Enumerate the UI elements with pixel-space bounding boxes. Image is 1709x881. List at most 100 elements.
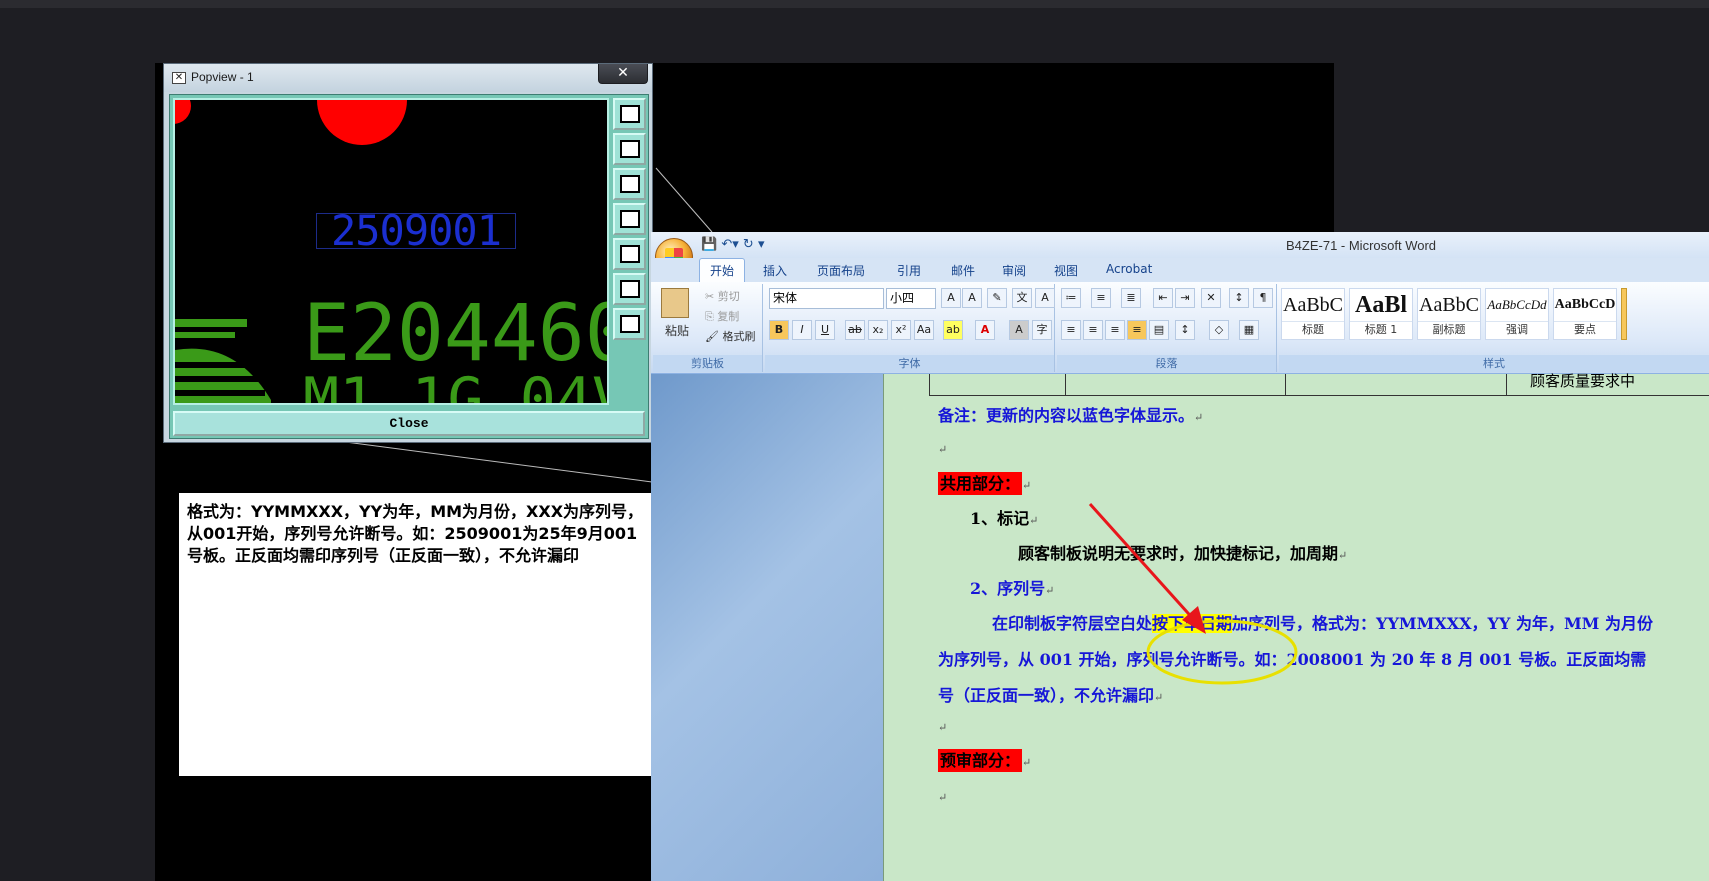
numbering-icon[interactable]: ≡ xyxy=(1091,288,1111,308)
grow-font-icon[interactable]: A xyxy=(941,288,961,308)
distribute-icon[interactable]: ▤ xyxy=(1149,320,1169,340)
underline-icon[interactable]: U xyxy=(815,320,835,340)
sort-icon[interactable]: ↕ xyxy=(1229,288,1249,308)
clipboard-group: 粘贴 ✂ 剪切 ⎘ 复制 🖌 格式刷 剪贴板 xyxy=(653,284,763,372)
justify-icon[interactable]: ≡ xyxy=(1127,320,1147,340)
popview-title: Popview - 1 xyxy=(191,70,254,84)
item1-heading: 1、标记 xyxy=(970,509,1030,528)
word-titlebar[interactable]: 💾 ↶▾ ↻ ▾ B4ZE-71 - Microsoft Word xyxy=(651,232,1709,258)
style-strong-label: 要点 xyxy=(1554,321,1616,338)
pan-up-button[interactable] xyxy=(613,133,646,165)
style-title[interactable]: AaBbC 标题 xyxy=(1281,288,1345,340)
style-subtitle[interactable]: AaBbC 副标题 xyxy=(1417,288,1481,340)
popview-canvas[interactable]: 2509001 E204460 M1.1G.04V xyxy=(173,98,609,405)
silkscreen-bar-1 xyxy=(175,319,247,327)
tab-acrobat[interactable]: Acrobat xyxy=(1106,262,1152,276)
enclose-char-icon[interactable]: 字 xyxy=(1032,320,1052,340)
chinese-layout-icon[interactable]: ✕ xyxy=(1201,288,1221,308)
pan-right-button[interactable] xyxy=(613,238,646,270)
style-subtitle-preview: AaBbC xyxy=(1419,294,1479,316)
style-heading1-preview: AaBl xyxy=(1354,292,1407,318)
char-border-icon[interactable]: A xyxy=(1035,288,1055,308)
popview-close-icon[interactable]: ✕ xyxy=(598,64,648,84)
undo-icon[interactable]: ↶▾ xyxy=(721,237,738,252)
serial-para-line3-text: 号（正反面一致），不允许漏印 xyxy=(938,686,1155,705)
style-title-preview: AaBbC xyxy=(1283,294,1343,316)
tab-references[interactable]: 引用 xyxy=(897,262,921,279)
font-name-select[interactable]: 宋体 xyxy=(769,288,884,309)
phonetic-icon[interactable]: 文 xyxy=(1012,288,1032,308)
tab-mailings[interactable]: 邮件 xyxy=(951,262,975,279)
format-painter-label: 格式刷 xyxy=(722,330,756,343)
serial-para-line1: 在印制板字符层空白处按下单日期加序列号，格式为：YYMMXXX，YY 为年，MM… xyxy=(992,610,1653,634)
borders-icon[interactable]: ▦ xyxy=(1239,320,1259,340)
multilevel-list-icon[interactable]: ≣ xyxy=(1121,288,1141,308)
arrow-left-icon xyxy=(619,210,640,228)
bold-icon[interactable]: B xyxy=(769,320,789,340)
superscript-icon[interactable]: x² xyxy=(891,320,911,340)
char-shading-icon[interactable]: A xyxy=(1009,320,1029,340)
decrease-indent-icon[interactable]: ⇤ xyxy=(1153,288,1173,308)
align-center-icon[interactable]: ≡ xyxy=(1083,320,1103,340)
zoom-in-button[interactable] xyxy=(613,273,646,305)
change-case-icon[interactable]: Aa xyxy=(914,320,934,340)
format-painter-button[interactable]: 🖌 格式刷 xyxy=(705,328,755,344)
para-mark: ↵ xyxy=(1022,756,1032,769)
line-spacing-icon[interactable]: ↕ xyxy=(1175,320,1195,340)
paragraph-group-label: 段落 xyxy=(1057,355,1276,372)
paste-button[interactable]: 粘贴 xyxy=(665,322,689,339)
popview-titlebar[interactable]: ✕ Popview - 1 ✕ xyxy=(164,64,652,92)
serial-para-line2: 为序列号，从 001 开始，序列号允许断号。如：2008001 为 20 年 8… xyxy=(938,650,1647,669)
zoom-window-button[interactable] xyxy=(613,98,646,130)
quick-access-toolbar: 💾 ↶▾ ↻ ▾ xyxy=(701,237,764,252)
paste-icon[interactable] xyxy=(661,288,689,318)
qat-customize-icon[interactable]: ▾ xyxy=(758,237,765,252)
clipboard-group-label: 剪贴板 xyxy=(653,355,762,372)
show-marks-icon[interactable]: ¶ xyxy=(1253,288,1273,308)
style-strong[interactable]: AaBbCcD 要点 xyxy=(1553,288,1617,340)
shading-icon[interactable]: ◇ xyxy=(1209,320,1229,340)
font-color-icon[interactable]: A xyxy=(975,320,995,340)
tab-review[interactable]: 审阅 xyxy=(1002,262,1026,279)
empty-line: ↵ xyxy=(938,786,947,805)
save-icon[interactable]: 💾 xyxy=(701,237,717,252)
font-size-select[interactable]: 小四 xyxy=(886,288,936,309)
align-left-icon[interactable]: ≡ xyxy=(1061,320,1081,340)
style-heading1[interactable]: AaBl 标题 1 xyxy=(1349,288,1413,340)
document-margin-area xyxy=(651,374,883,881)
style-selected-edge xyxy=(1621,288,1627,340)
tab-home[interactable]: 开始 xyxy=(699,258,746,283)
popview-close-button[interactable]: Close xyxy=(173,411,645,436)
subscript-icon[interactable]: x₂ xyxy=(868,320,888,340)
zoom-fit-button[interactable] xyxy=(613,308,646,340)
tab-view[interactable]: 视图 xyxy=(1054,262,1078,279)
section-common-line: 共用部分： ↵ xyxy=(938,470,1031,495)
word-title: B4ZE-71 - Microsoft Word xyxy=(1286,238,1437,253)
highlight-icon[interactable]: ab xyxy=(943,320,963,340)
increase-indent-icon[interactable]: ⇥ xyxy=(1175,288,1195,308)
pan-left-button[interactable] xyxy=(613,203,646,235)
tab-page-layout[interactable]: 页面布局 xyxy=(817,262,865,279)
align-right-icon[interactable]: ≡ xyxy=(1105,320,1125,340)
red-pad-top xyxy=(317,100,407,145)
document-page[interactable]: 顾客质量要求中 备注：更新的内容以蓝色字体显示。↵ ↵ 共用部分： ↵ 1、标记↵… xyxy=(883,372,1709,881)
arrow-down-icon xyxy=(619,175,640,193)
section-prereview-line: 预审部分： ↵ xyxy=(938,747,1032,772)
pan-down-button[interactable] xyxy=(613,168,646,200)
strikethrough-icon[interactable]: ab xyxy=(845,320,865,340)
shrink-font-icon[interactable]: A xyxy=(962,288,982,308)
clear-format-icon[interactable]: ✎ xyxy=(987,288,1007,308)
style-emphasis-label: 强调 xyxy=(1486,321,1548,338)
remark-text: 备注：更新的内容以蓝色字体显示。 xyxy=(938,406,1195,425)
italic-icon[interactable]: I xyxy=(792,320,812,340)
tab-insert[interactable]: 插入 xyxy=(763,262,787,279)
empty-line: ↵ xyxy=(938,716,947,735)
style-title-label: 标题 xyxy=(1282,321,1344,338)
redo-icon[interactable]: ↻ xyxy=(743,237,754,252)
copy-button[interactable]: ⎘ 复制 xyxy=(705,308,739,324)
font-group: 宋体 小四 A A ✎ 文 A B I U ab x₂ x² Aa ab A A… xyxy=(765,284,1055,372)
serial-para-line1-b: 加序列号，格式为：YYMMXXX，YY 为年，MM 为月份 xyxy=(1232,614,1653,633)
cut-button[interactable]: ✂ 剪切 xyxy=(705,288,740,304)
bullets-icon[interactable]: ≔ xyxy=(1061,288,1081,308)
style-emphasis[interactable]: AaBbCcDd 强调 xyxy=(1485,288,1549,340)
